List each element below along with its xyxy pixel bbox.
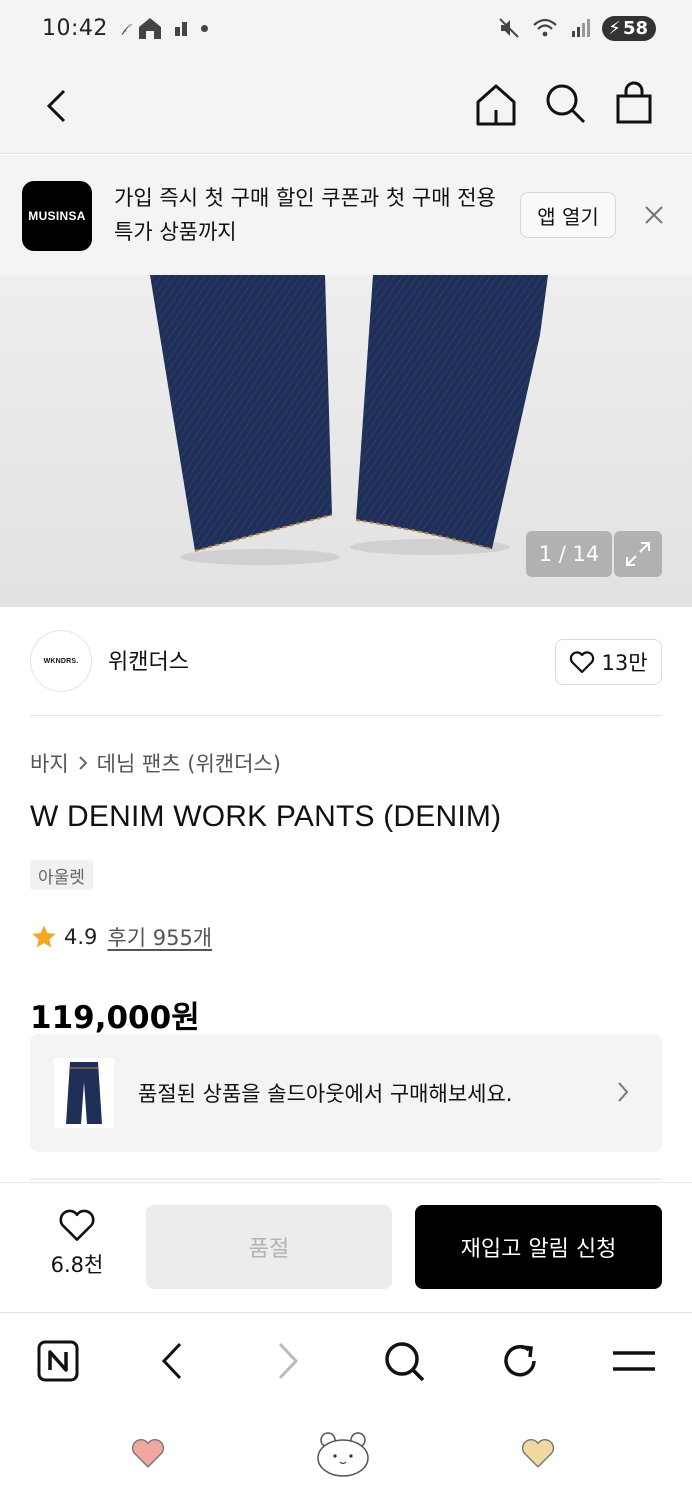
search-button[interactable] [542,80,590,128]
brand-like-button[interactable]: 13만 [555,639,662,685]
soldout-button: 품절 [146,1205,392,1289]
search-icon [385,1342,425,1382]
brand-row: WKNDRS. 위캔더스 13만 [30,630,662,716]
home-icon [476,84,516,126]
search-icon [546,84,586,124]
review-link[interactable]: 후기 955개 [107,922,212,952]
brand-like-count: 13만 [601,651,648,675]
breadcrumb: 바지 데님 팬츠 (위캔더스) [30,748,281,778]
pink-heart-icon[interactable] [130,1436,166,1470]
brand-logo[interactable]: WKNDRS. [30,630,92,692]
heart-icon [570,651,595,674]
mute-icon [499,18,520,38]
musinsa-logo: MUSINSA [22,181,92,251]
browser-menu-button[interactable] [608,1335,660,1387]
browser-reload-button[interactable] [494,1335,546,1387]
back-button[interactable] [34,84,78,128]
cart-button[interactable] [610,80,658,128]
bottom-action-bar: 6.8천 품절 재입고 알림 신청 [0,1182,692,1312]
image-counter: 1 / 14 [526,531,612,577]
soldout-thumbnail [54,1058,114,1128]
system-icons: ⚡ 58 [498,15,656,41]
yellow-heart-icon[interactable] [520,1436,556,1470]
signal-icon [572,19,591,37]
browser-back-button[interactable] [146,1335,198,1387]
restock-alert-button[interactable]: 재입고 알림 신청 [415,1205,662,1289]
reload-icon [504,1344,536,1377]
denim-thumbnail-image [66,1062,102,1124]
browser-toolbar [0,1312,692,1408]
brand-name[interactable]: 위캔더스 [108,644,189,676]
browser-search-button[interactable] [378,1335,430,1387]
naver-n-icon [37,1340,79,1382]
status-bar: 10:42 𝒻 ⚡ 58 [0,0,692,56]
gesture-bar [0,1408,692,1500]
wifi-icon [533,18,558,37]
rating-row: 4.9 후기 955개 [30,922,212,952]
wishlist-count: 6.8천 [50,1253,104,1277]
breadcrumb-category[interactable]: 바지 [30,748,69,778]
menu-icon [613,1351,655,1371]
chevron-right-icon [78,756,88,770]
heart-icon [59,1209,95,1241]
wishlist-button[interactable]: 6.8천 [30,1207,124,1287]
back-icon [46,89,66,123]
expand-image-button[interactable] [614,531,662,577]
shopping-bag-icon [616,81,652,124]
dot-icon [201,24,209,32]
naver-home-button[interactable] [32,1335,84,1387]
status-time: 10:42 [42,15,108,41]
browser-forward-button[interactable] [262,1335,314,1387]
product-title: W DENIM WORK PANTS (DENIM) [30,800,502,833]
battery-level: 58 [622,17,648,39]
chevron-left-icon [161,1342,182,1380]
chevron-right-icon [278,1342,299,1380]
charging-icon: ⚡ [608,17,621,39]
chart-notification-icon [175,22,188,36]
rating-value: 4.9 [64,925,98,949]
battery-indicator: ⚡ 58 [602,15,656,41]
chevron-right-icon [618,1082,629,1102]
home-button[interactable] [472,80,520,128]
star-icon [32,925,56,948]
product-price: 119,000원 [30,1000,200,1036]
app-notification-icon: 𝒻 [121,20,128,35]
home-notification-icon [139,18,162,39]
close-icon [645,206,663,224]
notification-icons: 𝒻 [121,16,209,40]
soldout-card-text: 품절된 상품을 솔드아웃에서 구매해보세요. [138,1082,513,1106]
top-navigation [0,56,692,154]
banner-close-button[interactable] [638,199,670,231]
expand-icon [626,542,650,566]
divider [30,1178,662,1180]
app-promo-banner: MUSINSA 가입 즉시 첫 구매 할인 쿠폰과 첫 구매 전용 특가 상품까… [0,155,692,275]
bear-icon[interactable] [314,1428,372,1478]
soldout-market-card[interactable]: 품절된 상품을 솔드아웃에서 구매해보세요. [30,1034,662,1152]
open-app-button[interactable]: 앱 열기 [520,192,616,238]
breadcrumb-subcategory[interactable]: 데님 팬츠 (위캔더스) [97,748,281,778]
banner-message: 가입 즉시 첫 구매 할인 쿠폰과 첫 구매 전용 특가 상품까지 [114,186,496,244]
outlet-tag: 아울렛 [30,860,93,890]
